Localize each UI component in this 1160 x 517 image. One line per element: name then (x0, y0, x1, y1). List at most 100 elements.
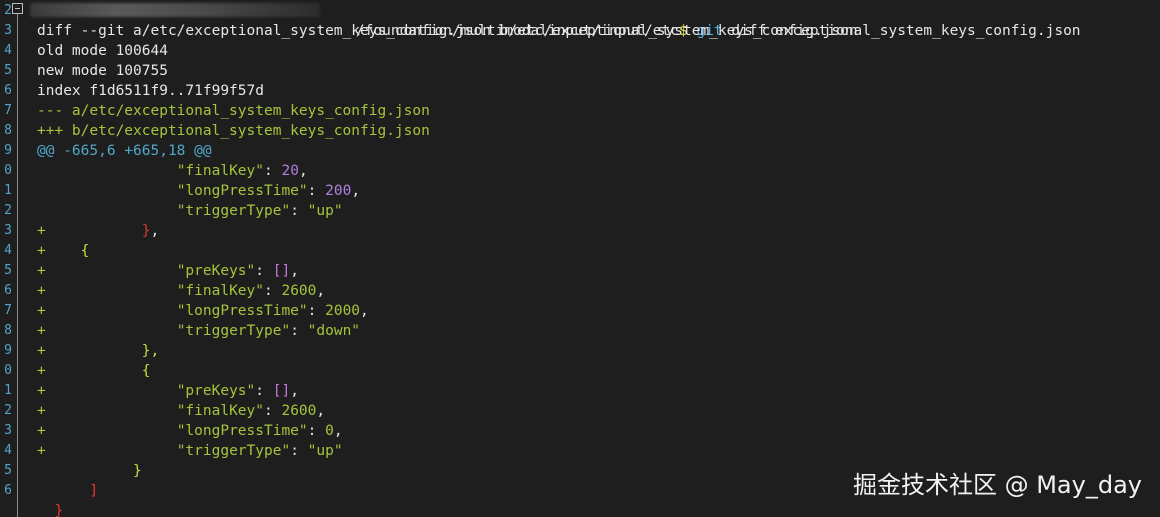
collapse-icon[interactable] (12, 3, 23, 14)
comma: , (290, 383, 299, 399)
added-final-key-line: + "finalKey": 2600, (37, 401, 325, 421)
context-final-key-line: "finalKey": 20, (37, 161, 308, 181)
json-key: "longPressTime" (176, 183, 308, 199)
gutter-number: 7 (4, 303, 12, 318)
hunk-header: @@ -665,6 +665,18 @@ (37, 143, 212, 159)
plus-marker: + (37, 443, 46, 459)
colon: : (264, 163, 282, 179)
comma: , (316, 283, 326, 299)
added-open-brace-line: + { (37, 241, 89, 261)
added-close-brace-comma-line: + }, (37, 341, 159, 361)
added-long-press-line: + "longPressTime": 2000, (37, 301, 369, 321)
plus-marker: + (37, 403, 46, 419)
json-array: [] (272, 263, 291, 279)
json-key: "preKeys" (176, 383, 256, 399)
json-array: [] (272, 383, 291, 399)
added-close-brace-line: + }, (37, 221, 159, 241)
prompt-line: /foundation/multimodalinput/input/etc$ g… (321, 1, 1081, 39)
json-key: "finalKey" (176, 403, 264, 419)
open-brace: { (80, 243, 90, 259)
colon: : (307, 183, 326, 199)
gutter-number: 1 (4, 183, 12, 198)
json-key: "triggerType" (176, 443, 291, 459)
json-number: 2000 (325, 303, 361, 319)
close-bracket: ] (89, 483, 99, 499)
comma: , (333, 423, 343, 439)
added-prekeys-line: + "preKeys": [], (37, 381, 299, 401)
comma: , (290, 263, 299, 279)
gutter-number: 0 (4, 363, 12, 378)
plus-marker: + (37, 423, 46, 439)
gutter-number: 6 (4, 483, 12, 498)
added-trigger-line: + "triggerType": "up" (37, 441, 343, 461)
json-key: "longPressTime" (176, 423, 308, 439)
json-string: "up" (307, 443, 343, 459)
json-string: "down" (307, 323, 361, 339)
colon: : (307, 423, 326, 439)
gutter-number: 3 (4, 223, 12, 238)
gutter-number: 4 (4, 43, 12, 58)
gutter-number: 4 (4, 443, 12, 458)
colon: : (307, 303, 326, 319)
gutter-number: 6 (4, 283, 12, 298)
open-brace: { (141, 363, 151, 379)
json-number: 2600 (281, 283, 317, 299)
added-prekeys-line: + "preKeys": [], (37, 261, 299, 281)
gutter-number: 8 (4, 123, 12, 138)
added-trigger-line: + "triggerType": "down" (37, 321, 360, 341)
added-open-brace-line: + { (37, 361, 151, 381)
plus-marker: + (37, 323, 46, 339)
index-line: index f1d6511f9..71f99f57d (37, 83, 264, 99)
colon: : (264, 283, 282, 299)
plus-marker: + (37, 343, 46, 359)
plus-marker: + (37, 383, 46, 399)
comma: , (298, 163, 308, 179)
watermark-text: 掘金技术社区 @ May_day (852, 471, 1142, 499)
json-key: "triggerType" (176, 323, 291, 339)
colon: : (290, 203, 308, 219)
new-mode-line: new mode 100755 (37, 63, 168, 79)
json-number: 200 (325, 183, 352, 199)
gutter-number: 0 (4, 163, 12, 178)
context-close-brace-line: } (37, 461, 142, 481)
gutter-number: 1 (4, 383, 12, 398)
json-number: 2600 (281, 403, 317, 419)
plus-marker: + (37, 263, 46, 279)
json-number: 20 (281, 163, 299, 179)
gutter-number: 3 (4, 423, 12, 438)
gutter-number: 8 (4, 323, 12, 338)
json-key: "finalKey" (176, 283, 264, 299)
gutter-number: 2 (4, 3, 12, 18)
plus-marker: + (37, 303, 46, 319)
colon: : (290, 443, 308, 459)
close-brace: } (133, 463, 142, 479)
fold-guide-line (17, 14, 18, 517)
terminal-window[interactable]: 2 3 4 5 6 7 8 9 0 1 2 3 4 5 6 7 8 9 0 1 … (0, 0, 1160, 517)
gutter-number: 5 (4, 463, 12, 478)
diff-git-line: diff --git a/etc/exceptional_system_keys… (37, 23, 858, 39)
close-brace: } (54, 503, 64, 517)
context-close-bracket-line: ] (37, 481, 98, 501)
gutter-number: 7 (4, 103, 12, 118)
plus-marker: + (37, 283, 46, 299)
gutter-number: 3 (4, 23, 12, 38)
gutter-number: 2 (4, 203, 12, 218)
close-brace: } (141, 223, 151, 239)
line-number-gutter: 2 3 4 5 6 7 8 9 0 1 2 3 4 5 6 7 8 9 0 1 … (0, 0, 12, 517)
gutter-number: 5 (4, 263, 12, 278)
comma: , (316, 403, 326, 419)
comma: , (360, 303, 369, 319)
colon: : (255, 383, 273, 399)
minus-file-line: --- a/etc/exceptional_system_keys_config… (37, 103, 430, 119)
old-mode-line: old mode 100644 (37, 43, 168, 59)
colon: : (290, 323, 308, 339)
json-key: "finalKey" (176, 163, 264, 179)
gutter-number: 6 (4, 83, 12, 98)
json-number: 0 (325, 423, 334, 439)
context-long-press-line: "longPressTime": 200, (37, 181, 360, 201)
close-brace: }, (141, 343, 160, 359)
colon: : (255, 263, 273, 279)
plus-marker: + (37, 363, 46, 379)
gutter-number: 4 (4, 243, 12, 258)
gutter-number: 9 (4, 143, 12, 158)
